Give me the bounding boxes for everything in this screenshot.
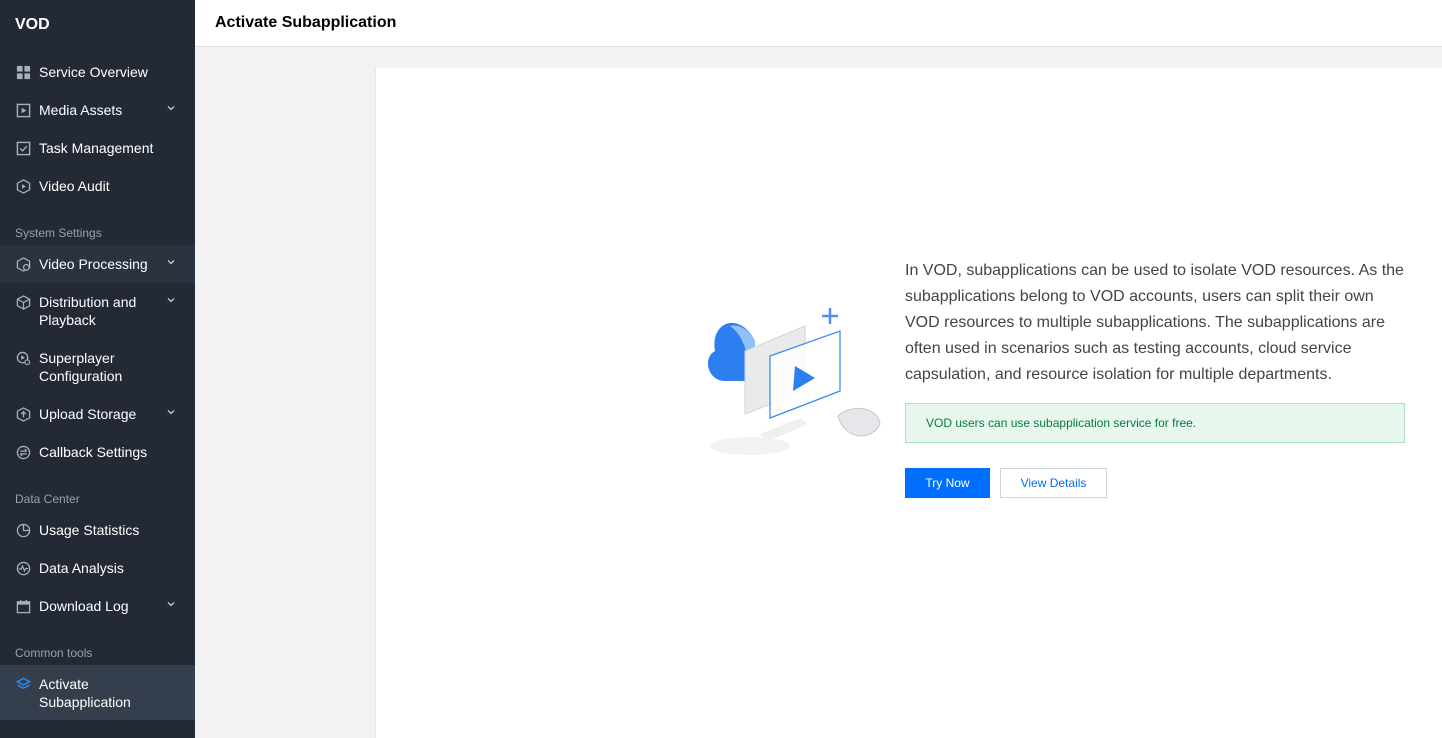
sidebar-item-label: Video Processing [39, 256, 148, 272]
sidebar-item-label: Superplayer Configuration [39, 350, 123, 384]
upload-storage-icon [15, 406, 31, 422]
cube-icon [15, 294, 31, 310]
section-title-system-settings: System Settings [15, 226, 102, 240]
media-play-icon [15, 102, 31, 118]
base-slab [760, 418, 808, 441]
sidebar-item-video-audit[interactable]: Video Audit [0, 177, 195, 195]
sidebar-item-label: Activate Subapplication [39, 676, 131, 710]
sidebar-item-label: Service Overview [39, 64, 148, 80]
sidebar-item-service-overview[interactable]: Service Overview [0, 63, 195, 81]
calendar-icon [15, 598, 31, 614]
free-service-notice: VOD users can use subapplication service… [905, 403, 1405, 443]
sidebar-item-usage-statistics[interactable]: Usage Statistics [0, 521, 195, 539]
video-audit-icon [15, 178, 31, 194]
sidebar-item-label: Usage Statistics [39, 522, 140, 538]
grid-icon [15, 64, 31, 80]
sidebar-item-task-management[interactable]: Task Management [0, 139, 195, 157]
sidebar-item-download-log[interactable]: Download Log [0, 597, 195, 615]
chevron-down-icon [167, 602, 175, 607]
page-header: Activate Subapplication [195, 0, 1442, 47]
sidebar-item-video-processing[interactable]: Video Processing [0, 245, 195, 283]
sidebar-item-label: Task Management [39, 140, 154, 156]
plus-icon [822, 308, 838, 324]
sidebar-item-label: Download Log [39, 598, 129, 614]
sidebar-item-label: Distribution and Playback [39, 294, 137, 328]
sidebar-item-distribution-playback[interactable]: Distribution and Playback [0, 293, 195, 329]
chevron-down-icon [167, 106, 175, 111]
page-title: Activate Subapplication [215, 14, 397, 31]
player-settings-icon [15, 350, 31, 366]
layers-icon [15, 676, 31, 692]
chevron-down-icon [167, 410, 175, 415]
pie-chart-icon [15, 522, 31, 538]
try-now-button[interactable]: Try Now [905, 468, 990, 498]
chevron-down-icon [167, 260, 175, 265]
checkbox-icon [15, 140, 31, 156]
view-details-button[interactable]: View Details [1000, 468, 1107, 498]
section-title-common-tools: Common tools [15, 646, 93, 660]
sidebar-item-media-assets[interactable]: Media Assets [0, 101, 195, 119]
video-processing-icon [15, 256, 31, 272]
section-title-data-center: Data Center [15, 492, 80, 506]
subapplication-illustration [707, 308, 881, 455]
brand-logo: VOD [15, 16, 50, 33]
sidebar-item-superplayer-configuration[interactable]: Superplayer Configuration [0, 349, 195, 385]
illustration-shadow [710, 437, 790, 455]
description-text: In VOD, subapplications can be used to i… [905, 262, 1404, 383]
sidebar-item-label: Callback Settings [39, 444, 148, 460]
sidebar-item-label: Data Analysis [39, 560, 124, 576]
chevron-down-icon [167, 298, 175, 303]
sidebar-item-label: Upload Storage [39, 406, 137, 422]
sidebar-item-callback-settings[interactable]: Callback Settings [0, 443, 195, 461]
sidebar-item-activate-subapplication[interactable]: Activate Subapplication [0, 665, 195, 720]
sidebar-item-data-analysis[interactable]: Data Analysis [0, 559, 195, 577]
callback-icon [15, 444, 31, 460]
sidebar-item-upload-storage[interactable]: Upload Storage [0, 405, 195, 423]
dish-shape [837, 408, 881, 437]
sidebar: VOD Service Overview Media Assets Task M… [0, 0, 195, 738]
pulse-icon [15, 560, 31, 576]
sidebar-item-label: Media Assets [39, 102, 123, 118]
sidebar-item-label: Video Audit [39, 178, 110, 194]
